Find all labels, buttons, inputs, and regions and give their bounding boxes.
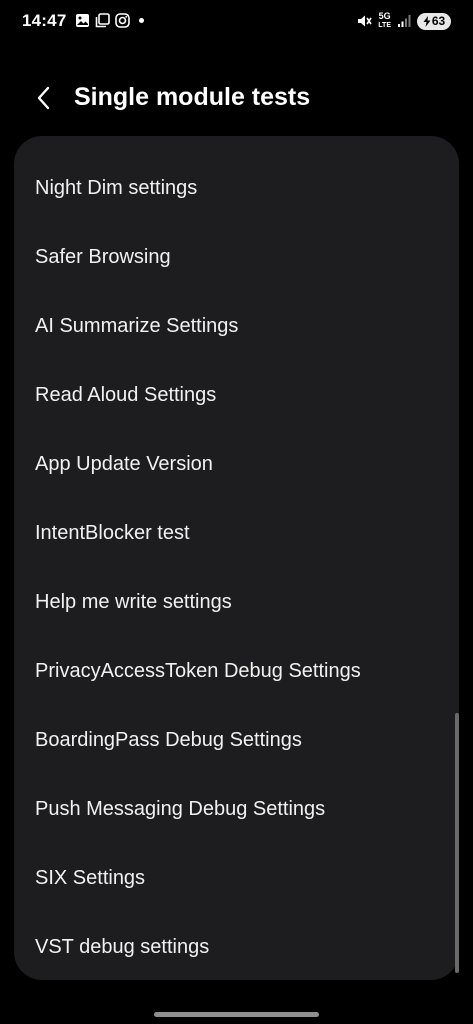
status-time: 14:47	[22, 11, 67, 30]
list-item-label: Push Messaging Debug Settings	[35, 798, 326, 820]
list-item-label: PrivacyAccessToken Debug Settings	[35, 660, 361, 682]
screen: 14:47 5G LTE 63 Single module tests Nigh…	[0, 0, 473, 1024]
list-item-app-update-version[interactable]: App Update Version	[14, 430, 459, 499]
list-item-label: SIX Settings	[35, 867, 146, 889]
battery-level: 63	[431, 14, 446, 28]
mute-icon	[356, 13, 372, 29]
list-item-six-settings[interactable]: SIX Settings	[14, 844, 459, 913]
list-item-label: IntentBlocker test	[35, 522, 190, 544]
multi-window-icon	[95, 13, 110, 28]
image-icon	[75, 13, 90, 28]
list-item-help-me-write-settings[interactable]: Help me write settings	[14, 568, 459, 637]
network-type-bottom: LTE	[378, 22, 391, 29]
list-item-label: BoardingPass Debug Settings	[35, 729, 302, 751]
network-indicator: 5G LTE	[378, 12, 391, 30]
network-type-top: 5G	[378, 11, 391, 21]
list-item-label: AI Summarize Settings	[35, 315, 239, 337]
app-bar: Single module tests	[0, 72, 473, 124]
status-bar: 14:47 5G LTE 63	[0, 0, 473, 44]
more-notifications-dot	[139, 18, 144, 23]
battery-icon: 63	[417, 12, 451, 30]
list-item-vst-debug-settings[interactable]: VST debug settings	[14, 913, 459, 980]
list-item-boardingpass-debug[interactable]: BoardingPass Debug Settings	[14, 706, 459, 775]
list-item-label: Read Aloud Settings	[35, 384, 217, 406]
list-item-ai-summarize-settings[interactable]: AI Summarize Settings	[14, 292, 459, 361]
list-item-push-messaging-debug[interactable]: Push Messaging Debug Settings	[14, 775, 459, 844]
settings-list: Night Dim settings Safer Browsing AI Sum…	[14, 136, 459, 980]
list-item-safer-browsing[interactable]: Safer Browsing	[14, 223, 459, 292]
page-title: Single module tests	[74, 83, 311, 111]
list-item-label: Help me write settings	[35, 591, 232, 613]
signal-bars-icon	[397, 14, 411, 28]
status-notification-icons	[75, 13, 144, 28]
scrollbar[interactable]	[455, 713, 459, 973]
instagram-icon	[115, 13, 130, 28]
list-item-label: VST debug settings	[35, 936, 210, 958]
back-button[interactable]	[26, 80, 62, 116]
charging-bolt-icon	[423, 15, 431, 27]
list-item-label: App Update Version	[35, 453, 213, 475]
status-system-icons: 5G LTE 63	[356, 12, 451, 30]
list-item-read-aloud-settings[interactable]: Read Aloud Settings	[14, 361, 459, 430]
list-item-label: Safer Browsing	[35, 246, 171, 268]
back-chevron-icon	[37, 86, 50, 110]
list-item-night-dim-settings[interactable]: Night Dim settings	[14, 154, 459, 223]
list-item-intentblocker-test[interactable]: IntentBlocker test	[14, 499, 459, 568]
list-item-label: Night Dim settings	[35, 177, 198, 199]
gesture-nav-handle[interactable]	[154, 1012, 319, 1017]
list-item-privacyaccesstoken-debug[interactable]: PrivacyAccessToken Debug Settings	[14, 637, 459, 706]
